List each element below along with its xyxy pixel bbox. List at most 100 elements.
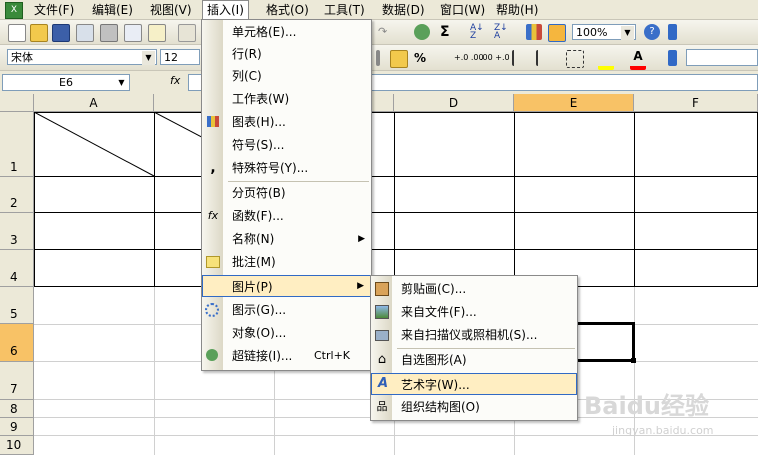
chart-icon [207,116,219,127]
font-size-box[interactable]: 12 [160,49,200,65]
column-header-a[interactable]: A [34,94,154,112]
row-header-6[interactable]: 6 [0,324,34,362]
redo-icon[interactable]: ↷ [378,24,390,40]
hyperlink-icon [206,349,218,361]
drawing-icon[interactable] [548,24,566,42]
save-icon[interactable] [52,24,70,42]
chart-wizard-icon[interactable] [526,24,542,40]
menu-insert[interactable]: 插入(I) [202,0,249,20]
name-box[interactable]: E6 ▼ [2,74,130,91]
increase-indent-icon[interactable] [536,50,554,66]
excel-app-icon[interactable]: X [5,2,23,19]
wordart-icon: A [377,376,389,391]
row-header-3[interactable]: 3 [0,213,34,250]
menu-edit[interactable]: 编辑(E) [92,2,133,18]
chevron-down-icon[interactable]: ▼ [142,51,155,65]
menu-item-hyperlink[interactable]: 超链接(I)... Ctrl+K [202,345,371,367]
menu-item-from-file[interactable]: 来自文件(F)... [371,301,577,323]
merge-center-icon[interactable] [376,50,380,66]
menu-item-symbol[interactable]: 符号(S)... [202,134,371,156]
fill-color-icon[interactable] [598,50,614,70]
insert-function-icon[interactable]: fx [170,74,180,87]
row-header-9[interactable]: 9 [0,418,34,436]
menu-item-object[interactable]: 对象(O)... [202,322,371,344]
row-header-7[interactable]: 7 [0,362,34,400]
menu-item-diagram[interactable]: 图示(G)... [202,299,371,321]
permission-icon[interactable] [76,24,94,42]
menu-item-name[interactable]: 名称(N) ▶ [202,228,371,250]
fill-handle [631,358,636,363]
column-header-e[interactable]: E [514,94,634,112]
scanner-icon [375,330,389,341]
standard-toolbar: ↷ Σ A↓ Z Z↓ A 100% ▼ ? [0,20,758,45]
menu-file[interactable]: 文件(F) [34,2,74,18]
zoom-box[interactable]: 100% ▼ [572,24,636,40]
menu-data[interactable]: 数据(D) [382,2,425,18]
open-icon[interactable] [30,24,48,42]
formatting-toolbar: 宋体 ▼ 12 % +.0 .00 .00 +.0 A [0,45,758,71]
chevron-down-icon[interactable]: ▼ [115,76,128,90]
menu-item-picture[interactable]: 图片(P) ▶ [202,275,371,297]
chevron-down-icon[interactable]: ▼ [621,26,634,40]
currency-icon[interactable] [390,50,408,68]
row-header-4[interactable]: 4 [0,250,34,287]
row-header-1[interactable]: 1 [0,112,34,177]
menu-tools[interactable]: 工具(T) [324,2,365,18]
menu-item-special-symbol[interactable]: , 特殊符号(Y)... [202,157,371,179]
sort-ascending-icon[interactable]: A↓ Z [470,24,486,41]
decrease-decimal-icon[interactable]: .00 +.0 [480,50,510,66]
menu-bar: X 文件(F) 编辑(E) 视图(V) 插入(I) 格式(O) 工具(T) 数据… [0,0,758,20]
select-all-button[interactable] [0,94,34,112]
borders-icon[interactable] [566,50,584,68]
font-color-icon[interactable]: A [630,50,646,70]
menu-format[interactable]: 格式(O) [266,2,309,18]
column-header-d[interactable]: D [394,94,514,112]
autosum-icon[interactable]: Σ [440,24,456,40]
picture-file-icon [375,305,389,319]
menu-help[interactable]: 帮助(H) [496,2,538,18]
insert-menu: 单元格(E)... 行(R) 列(C) 工作表(W) 图表(H)... 符号(S… [201,19,372,371]
menu-item-chart[interactable]: 图表(H)... [202,111,371,133]
row-header-10[interactable]: 10 [0,436,34,455]
menu-item-comment[interactable]: 批注(M) [202,251,371,273]
menu-item-wordart[interactable]: A 艺术字(W)... [371,373,577,395]
menu-item-cells[interactable]: 单元格(E)... [202,21,371,43]
print-preview-icon[interactable] [124,24,142,42]
menu-item-columns[interactable]: 列(C) [202,65,371,87]
menu-item-clipart[interactable]: 剪贴画(C)... [371,278,577,300]
watermark-url: jingyan.baidu.com [612,424,714,437]
menu-item-worksheet[interactable]: 工作表(W) [202,88,371,110]
spelling-icon[interactable] [148,24,166,42]
print-icon[interactable] [100,24,118,42]
cut-icon[interactable] [178,24,196,42]
formula-bar: E6 ▼ fx [0,71,758,95]
hyperlink-toolbar-icon[interactable] [414,24,430,40]
menu-item-function[interactable]: fx 函数(F)... [202,205,371,227]
increase-decimal-icon[interactable]: +.0 .00 [454,50,484,66]
new-icon[interactable] [8,24,26,42]
toolbar-options-icon[interactable] [668,50,677,66]
help-icon[interactable]: ? [644,24,660,40]
sort-descending-icon[interactable]: Z↓ A [494,24,510,41]
table-borders [34,112,758,287]
picture-submenu: 剪贴画(C)... 来自文件(F)... 来自扫描仪或照相机(S)... ⌂ 自… [370,275,578,421]
zoom-value: 100% [576,26,608,39]
row-header-2[interactable]: 2 [0,177,34,213]
menu-item-autoshapes[interactable]: ⌂ 自选图形(A) [371,349,577,371]
font-name-box[interactable]: 宋体 ▼ [7,49,157,65]
toolbar-options-icon[interactable] [668,24,677,40]
column-header-f[interactable]: F [634,94,758,112]
comma-icon: , [210,160,216,176]
menu-window[interactable]: 窗口(W) [440,2,485,18]
menu-view[interactable]: 视图(V) [150,2,192,18]
row-header-8[interactable]: 8 [0,400,34,418]
menu-item-org-chart[interactable]: 品 组织结构图(O) [371,396,577,418]
decrease-indent-icon[interactable] [512,50,530,66]
percent-icon[interactable]: % [414,50,430,66]
row-header-5[interactable]: 5 [0,287,34,324]
menu-item-from-scanner[interactable]: 来自扫描仪或照相机(S)... [371,324,577,346]
submenu-arrow-icon: ▶ [357,281,364,291]
menu-item-rows[interactable]: 行(R) [202,43,371,65]
ask-question-box[interactable] [686,49,758,66]
menu-item-page-break[interactable]: 分页符(B) [202,182,371,204]
